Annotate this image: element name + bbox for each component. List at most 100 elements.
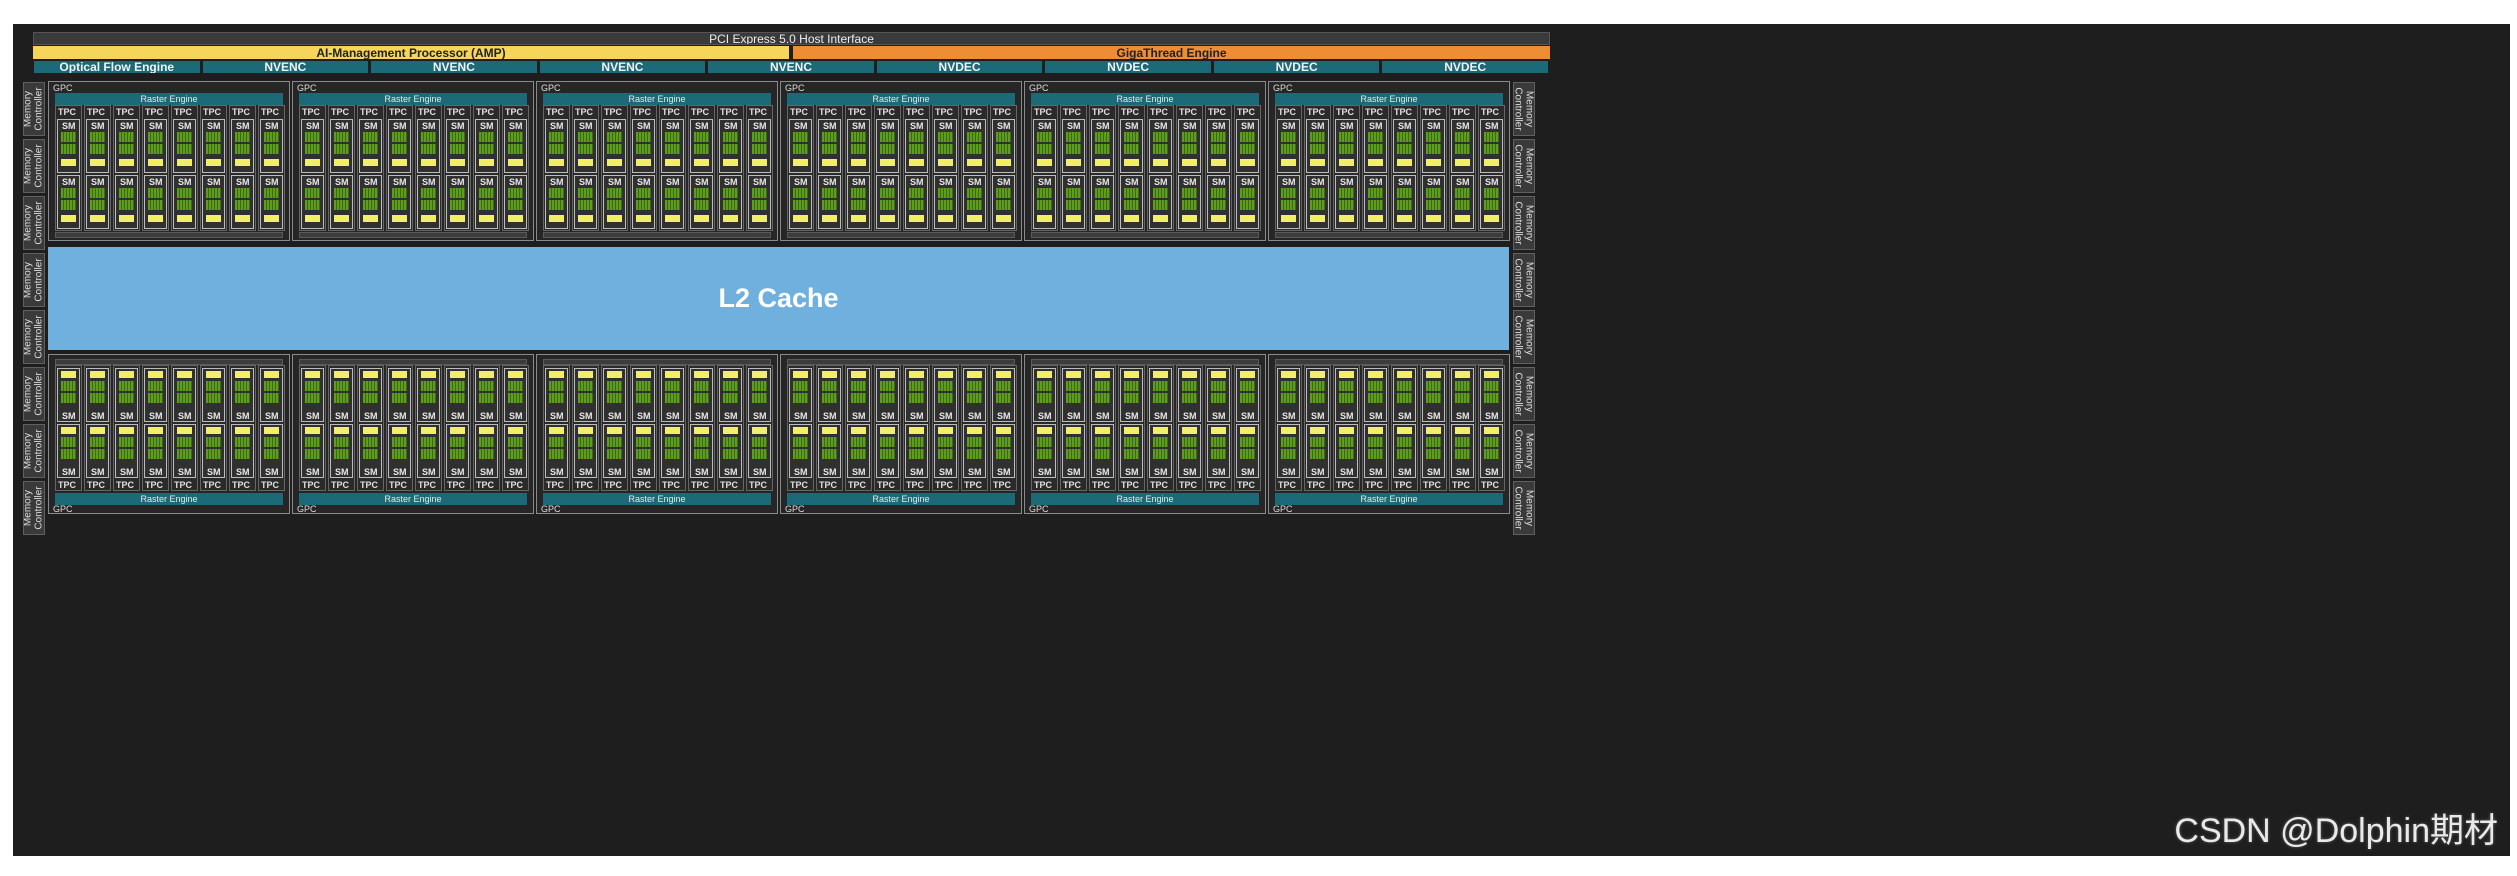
cuda-cores [1339,449,1354,459]
cuda-cores [793,437,808,447]
cuda-cores [305,132,320,142]
tpc-label: TPC [1394,480,1412,490]
cuda-cores [607,381,622,391]
l1-cache-block [967,159,982,166]
sm-label: SM [509,177,523,187]
sm: SM [1306,119,1329,173]
nvenc-4: NVENC [539,61,706,73]
cuda-cores [1426,381,1441,391]
cuda-cores [479,144,494,154]
sm-label: SM [236,121,250,131]
cuda-cores [967,393,982,403]
cuda-cores [880,381,895,391]
sm: SM [359,368,382,422]
l1-cache-block [305,159,320,166]
sm-label: SM [422,467,436,477]
cuda-cores [206,200,221,210]
sm: SM [1306,424,1329,478]
cuda-cores [392,393,407,403]
sm-label: SM [1125,121,1139,131]
cuda-cores [305,393,320,403]
sm-label: SM [852,411,866,421]
cuda-cores [607,449,622,459]
sm-label: SM [1311,411,1325,421]
memory-controller-label: Memory Controller [23,315,45,359]
tpc: TPC SM SM [1118,365,1145,491]
l1-cache-block [363,427,378,434]
cuda-cores [119,200,134,210]
tpc: TPC SM SM [1234,105,1261,231]
sm: SM [388,175,411,229]
cuda-cores [1368,144,1383,154]
sm-label: SM [509,411,523,421]
memory-controller-left-1: Memory Controller [23,82,45,136]
cuda-cores [1211,393,1226,403]
l1-cache-block [723,215,738,222]
cuda-cores [1182,393,1197,403]
l1-cache-block [508,427,523,434]
tpc-label: TPC [633,480,651,490]
sm: SM [847,424,870,478]
gpc-label: GPC [297,83,317,93]
cuda-cores [1310,449,1325,459]
cuda-cores [1037,449,1052,459]
cuda-cores [880,437,895,447]
cuda-cores [1310,200,1325,210]
cuda-cores [1484,449,1499,459]
cuda-cores [206,144,221,154]
sm-label: SM [91,467,105,477]
cuda-cores [607,200,622,210]
sm: SM [1335,119,1358,173]
l1-cache-block [607,159,622,166]
sm: SM [144,119,167,173]
cuda-cores [578,200,593,210]
l1-cache-block [1211,215,1226,222]
sm: SM [876,119,899,173]
cuda-cores [421,144,436,154]
cuda-cores [1066,381,1081,391]
sm: SM [231,424,254,478]
cuda-cores [264,449,279,459]
sm-label: SM [1485,467,1499,477]
cuda-cores [1182,381,1197,391]
cuda-cores [1426,144,1441,154]
sm: SM [661,368,684,422]
memory-controller-right-7: Memory Controller [1513,424,1535,478]
sm: SM [1091,368,1114,422]
sm: SM [1091,424,1114,478]
sm-label: SM [120,467,134,477]
sm-label: SM [1340,411,1354,421]
gpc-label: GPC [785,83,805,93]
sm-label: SM [91,411,105,421]
nvdec-7: NVDEC [1045,61,1211,73]
tpc-label: TPC [360,107,378,117]
l1-cache-block [752,215,767,222]
sm: SM [1207,175,1230,229]
cuda-cores [421,132,436,142]
cuda-cores [508,393,523,403]
tpc-label: TPC [418,107,436,117]
cuda-cores [549,200,564,210]
cuda-cores [578,449,593,459]
cuda-cores [264,437,279,447]
sm-label: SM [335,411,349,421]
sm: SM [574,424,597,478]
sm-label: SM [724,121,738,131]
sm: SM [1149,368,1172,422]
memory-controller-label: Memory Controller [1513,258,1535,302]
l1-cache-block [1182,371,1197,378]
gpc-top-2: GPC Raster Engine TPC SM SM TPC SM SM TPC SM SM TPC… [292,81,534,241]
tpc: TPC SM SM [502,105,529,231]
cuda-cores [996,132,1011,142]
memory-controller-label: Memory Controller [23,144,45,188]
sm: SM [963,368,986,422]
sm-label: SM [207,121,221,131]
cuda-cores [1455,393,1470,403]
sm-label: SM [1311,177,1325,187]
cuda-cores [1339,381,1354,391]
sm-label: SM [265,411,279,421]
memory-controller-label: Memory Controller [23,372,45,416]
cuda-cores [1066,437,1081,447]
cuda-cores [61,449,76,459]
tpc-label: TPC [662,107,680,117]
